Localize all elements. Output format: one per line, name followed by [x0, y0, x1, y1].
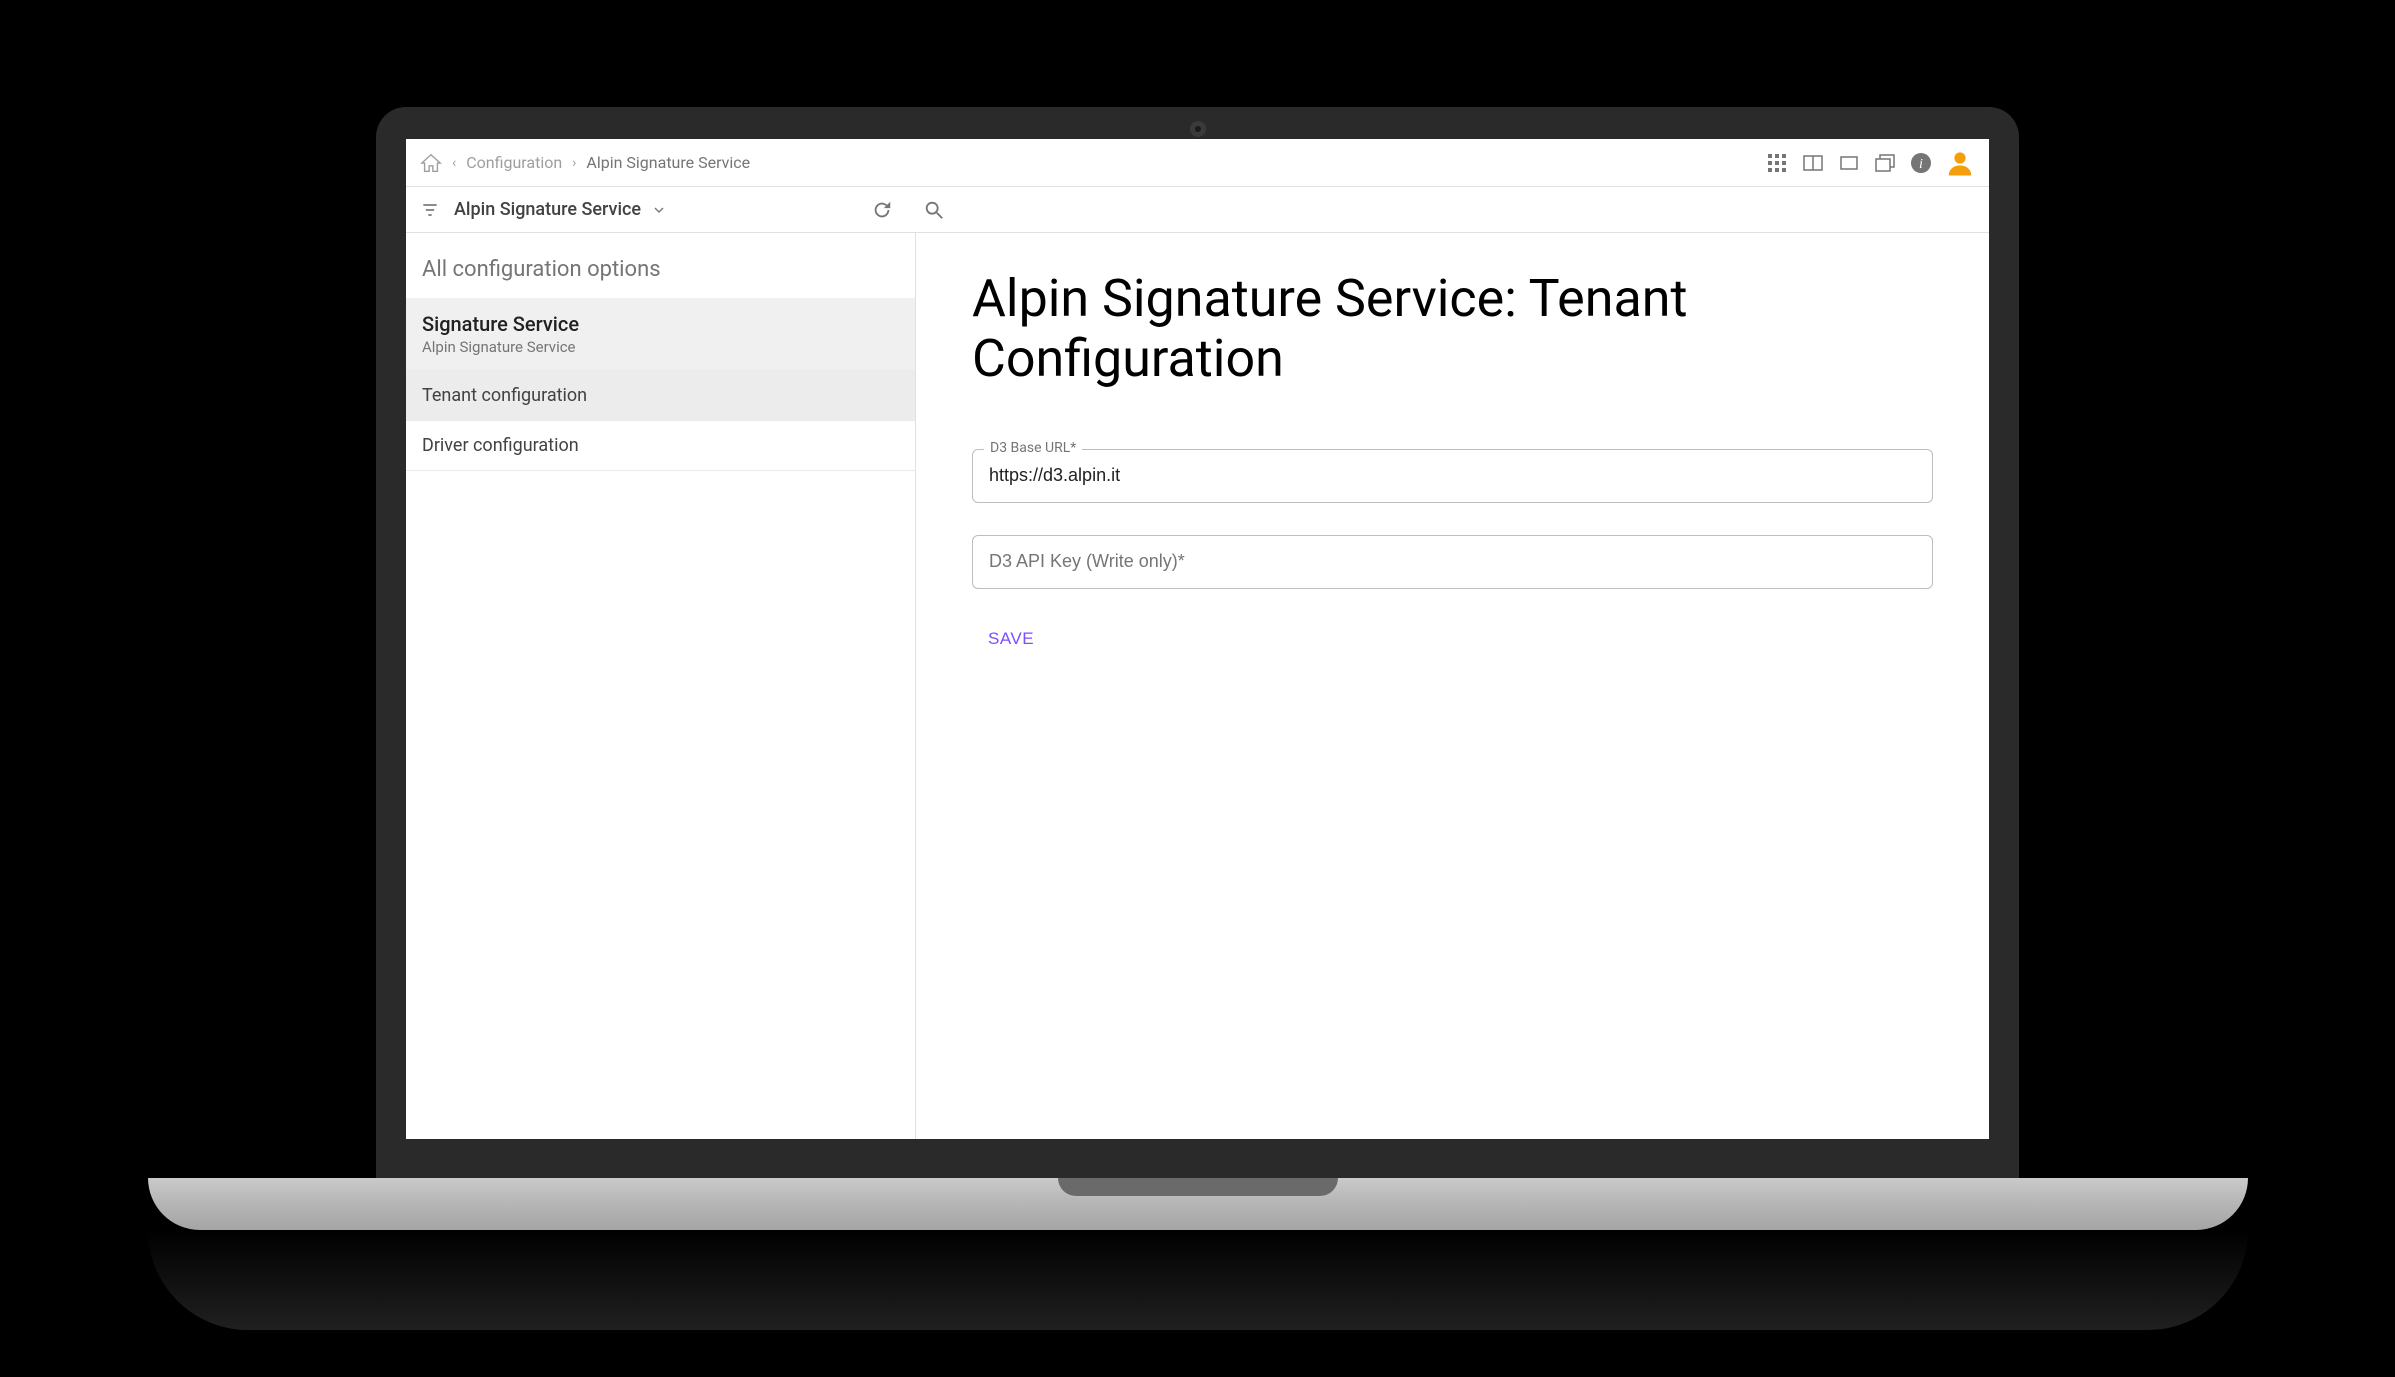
page-title: Alpin Signature Service: Tenant Configur… — [972, 269, 1933, 389]
topbar: ‹ Configuration › Alpin Signature Servic… — [406, 139, 1989, 187]
filter-dropdown[interactable]: Alpin Signature Service — [454, 199, 641, 220]
d3-api-key-input[interactable] — [972, 535, 1933, 589]
breadcrumb-configuration[interactable]: Configuration — [466, 153, 562, 172]
sidebar-item-label: Driver configuration — [422, 435, 899, 456]
sidebar-item-driver-config[interactable]: Driver configuration — [406, 421, 915, 471]
windows-stack-icon[interactable] — [1873, 151, 1897, 175]
topbar-right: i — [1765, 148, 1975, 178]
content: Alpin Signature Service: Tenant Configur… — [916, 233, 1989, 1139]
svg-text:i: i — [1919, 157, 1923, 172]
sidebar-item-tenant-config[interactable]: Tenant configuration — [406, 371, 915, 421]
breadcrumb: ‹ Configuration › Alpin Signature Servic… — [420, 152, 750, 174]
chevron-down-icon[interactable] — [651, 202, 667, 218]
laptop-reflection — [148, 1230, 2248, 1330]
laptop-notch — [1058, 1178, 1338, 1196]
user-avatar-icon[interactable] — [1945, 148, 1975, 178]
chevron-right-icon: › — [572, 155, 576, 171]
filter-icon[interactable] — [420, 200, 440, 220]
laptop-camera — [1190, 121, 1206, 137]
subheader: Alpin Signature Service — [406, 187, 1989, 233]
field-d3-base-url: D3 Base URL* — [972, 449, 1933, 503]
sidebar-group-title: Signature Service — [422, 312, 899, 336]
laptop-frame: ‹ Configuration › Alpin Signature Servic… — [376, 107, 2019, 1178]
info-icon[interactable]: i — [1909, 151, 1933, 175]
sidebar-group-signature-service[interactable]: Signature Service Alpin Signature Servic… — [406, 298, 915, 371]
laptop-base — [148, 1178, 2248, 1230]
sidebar-group-subtitle: Alpin Signature Service — [422, 338, 899, 356]
laptop-screen: ‹ Configuration › Alpin Signature Servic… — [406, 139, 1989, 1139]
app-root: ‹ Configuration › Alpin Signature Servic… — [406, 139, 1989, 1139]
grid-apps-icon[interactable] — [1765, 151, 1789, 175]
sidebar: All configuration options Signature Serv… — [406, 233, 916, 1139]
window-icon[interactable] — [1837, 151, 1861, 175]
columns-icon[interactable] — [1801, 151, 1825, 175]
sidebar-heading: All configuration options — [406, 247, 915, 298]
breadcrumb-current: Alpin Signature Service — [586, 153, 750, 172]
d3-base-url-input[interactable] — [972, 449, 1933, 503]
home-icon[interactable] — [420, 152, 442, 174]
field-label: D3 Base URL* — [984, 440, 1082, 456]
field-d3-api-key — [972, 535, 1933, 589]
search-icon[interactable] — [923, 199, 945, 221]
save-button[interactable]: SAVE — [976, 621, 1046, 657]
main: All configuration options Signature Serv… — [406, 233, 1989, 1139]
sidebar-item-label: Tenant configuration — [422, 385, 899, 406]
refresh-icon[interactable] — [871, 199, 893, 221]
chevron-left-icon[interactable]: ‹ — [452, 155, 456, 171]
subheader-actions — [871, 199, 945, 221]
